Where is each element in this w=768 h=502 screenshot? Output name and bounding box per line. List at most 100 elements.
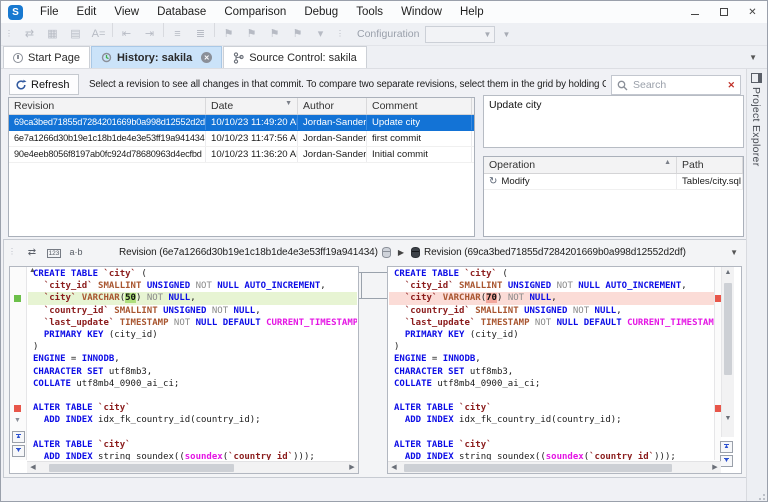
refresh-icon — [16, 79, 27, 89]
previous-difference-icon[interactable]: ⇤ — [115, 23, 138, 46]
scroll-left-icon[interactable]: ◀ — [27, 462, 39, 474]
project-explorer-label: Project Explorer — [750, 87, 762, 167]
next-difference-icon[interactable]: ⇥ — [138, 23, 161, 46]
change-marker-green[interactable] — [14, 294, 21, 302]
previous-change-button[interactable]: ▲ — [12, 431, 25, 443]
code-line: `last_update` TIMESTAMP NOT NULL DEFAULT… — [43, 317, 357, 328]
format-icon[interactable]: ≣ — [189, 23, 212, 46]
commit-comment-box: Update city — [483, 95, 744, 148]
toolbar-grip[interactable]: ⋮ — [1, 30, 18, 38]
column-header-operation[interactable]: Operation ▲ — [484, 157, 677, 173]
column-header-revision[interactable]: Revision — [9, 98, 206, 114]
clear-search-icon[interactable]: ✕ — [727, 80, 735, 91]
diff-options-dropdown[interactable]: ▼ — [730, 248, 738, 257]
data-compare-icon[interactable]: ▦ — [41, 23, 64, 46]
scroll-right-icon[interactable]: ▶ — [709, 462, 721, 474]
horizontal-scrollbar[interactable]: ◀ ▶ — [388, 461, 721, 473]
revision-row[interactable]: 90e4eeb8056f8197ab0fc924d78680963d4ecfbd… — [9, 147, 474, 163]
tab-list-dropdown[interactable]: ▼ — [749, 53, 757, 62]
text-compare-icon[interactable]: A= — [87, 23, 110, 46]
title-bar: S File Edit View Database Comparison Debug Too… — [1, 1, 767, 23]
diff-pane-left[interactable]: ▲ CREATE TABLE `city` ( `city_id` SMALLI… — [9, 266, 359, 474]
tab-close-icon[interactable]: ✕ — [201, 52, 213, 63]
toolbar-icons: ⇄ ▦ ▤ A= ⇤ ⇥ ≡ ≣ ⚑ ⚑ ⚑ ⚑ ▾ — [18, 22, 332, 46]
target-database-icon[interactable] — [411, 246, 420, 258]
diff-pane-right[interactable]: CREATE TABLE `city` ( `city_id` SMALLINT… — [387, 266, 742, 474]
horizontal-scrollbar[interactable]: ◀ ▶ — [27, 461, 358, 473]
gutter-scroll-icon[interactable]: ▼ — [14, 417, 21, 424]
refresh-button[interactable]: Refresh — [9, 74, 79, 95]
code-line: ADD INDEX idx_fk_country_id(country_id); — [43, 415, 261, 426]
configuration-combobox[interactable]: ▼ — [425, 25, 496, 43]
scrollbar-thumb[interactable] — [49, 464, 234, 472]
cell-revision: 90e4eeb8056f8197ab0fc924d78680963d4ecfbd — [9, 147, 206, 162]
sort-desc-icon: ▼ — [285, 100, 292, 107]
menu-item-file[interactable]: File — [31, 1, 68, 23]
close-button[interactable]: ✕ — [738, 1, 767, 23]
window-controls: ✕ — [680, 1, 767, 23]
next-bookmark-icon[interactable]: ⚑ — [263, 23, 286, 46]
minimize-button[interactable] — [680, 1, 709, 23]
previous-bookmark-icon[interactable]: ⚑ — [240, 23, 263, 46]
source-database-icon[interactable] — [381, 246, 391, 258]
code-line: ALTER TABLE `city` — [33, 403, 131, 414]
revision-row[interactable]: 69ca3bed71855d7284201669b0a998d12552d2df… — [9, 115, 474, 131]
column-label: Comment — [372, 100, 418, 112]
toolbar-grip[interactable]: ⋮ — [332, 30, 349, 38]
next-change-button[interactable]: ▼ — [12, 445, 25, 457]
scroll-right-icon[interactable]: ▶ — [346, 462, 358, 474]
toggle-bookmark-icon[interactable]: ⚑ — [217, 23, 240, 46]
operation-row[interactable]: ↻ Modify Tables/city.sql — [484, 174, 743, 190]
scrollbar-thumb[interactable] — [724, 283, 732, 375]
menu-item-window[interactable]: Window — [392, 1, 451, 23]
apply-direction-icon[interactable]: ▶ — [398, 248, 404, 257]
scrollbar-thumb[interactable] — [404, 464, 672, 472]
next-change-button[interactable]: ▼ — [720, 455, 733, 467]
column-header-author[interactable]: Author — [298, 98, 367, 114]
scroll-left-icon[interactable]: ◀ — [388, 462, 400, 474]
line-numbers-icon[interactable]: 123 — [43, 247, 65, 258]
sql-code-right[interactable]: CREATE TABLE `city` ( `city_id` SMALLINT… — [389, 268, 720, 460]
diff-connector — [359, 298, 387, 299]
maximize-button[interactable] — [709, 1, 738, 23]
toolbar-grip[interactable]: ⋮ — [4, 248, 21, 256]
menu-item-tools[interactable]: Tools — [347, 1, 392, 23]
search-input[interactable] — [633, 79, 723, 91]
tab-start-page[interactable]: Start Page — [3, 46, 90, 68]
configuration-dropdown-button[interactable]: ▼ — [498, 26, 514, 43]
word-compare-icon[interactable]: a·b — [65, 247, 87, 257]
menu-item-edit[interactable]: Edit — [68, 1, 106, 23]
clear-bookmarks-icon[interactable]: ⚑ — [286, 23, 309, 46]
cell-path: Tables/city.sql — [677, 174, 743, 189]
synchronize-icon[interactable]: ⇄ — [21, 247, 43, 258]
menu-item-view[interactable]: View — [105, 1, 148, 23]
column-label: Path — [682, 159, 704, 171]
indent-icon[interactable]: ≡ — [166, 23, 189, 46]
project-explorer-tab[interactable]: Project Explorer — [750, 73, 762, 167]
toolbar-overflow-icon[interactable]: ▾ — [309, 23, 332, 46]
sql-code-left[interactable]: CREATE TABLE `city` ( `city_id` SMALLINT… — [28, 268, 357, 460]
column-label: Revision — [14, 100, 55, 112]
refresh-label: Refresh — [31, 78, 70, 91]
tab-source-control-sakila[interactable]: Source Control: sakila — [223, 46, 367, 68]
vertical-scrollbar[interactable]: ▲ ▼ — [721, 267, 734, 437]
menu-item-debug[interactable]: Debug — [295, 1, 347, 23]
column-header-comment[interactable]: Comment — [367, 98, 472, 114]
menu-item-database[interactable]: Database — [148, 1, 215, 23]
menu-item-comparison[interactable]: Comparison — [215, 1, 295, 23]
tab-history-sakila[interactable]: History: sakila ✕ — [90, 46, 223, 68]
scroll-up-icon[interactable]: ▲ — [722, 267, 734, 279]
revision-row[interactable]: 6e7a1266d30b19e1c18b1de4e3e53ff19a941434… — [9, 131, 474, 147]
column-header-path[interactable]: Path — [677, 157, 743, 173]
change-marker-red[interactable] — [14, 404, 21, 412]
previous-change-button[interactable]: ▲ — [720, 441, 733, 453]
code-line: ALTER TABLE `city` — [33, 439, 131, 450]
resize-grip[interactable] — [756, 491, 765, 500]
menu-item-help[interactable]: Help — [451, 1, 493, 23]
compare-databases-icon[interactable]: ⇄ — [18, 23, 41, 46]
schema-compare-icon[interactable]: ▤ — [64, 23, 87, 46]
scroll-down-icon[interactable]: ▼ — [722, 413, 734, 425]
column-header-date[interactable]: Date ▼ — [206, 98, 298, 114]
